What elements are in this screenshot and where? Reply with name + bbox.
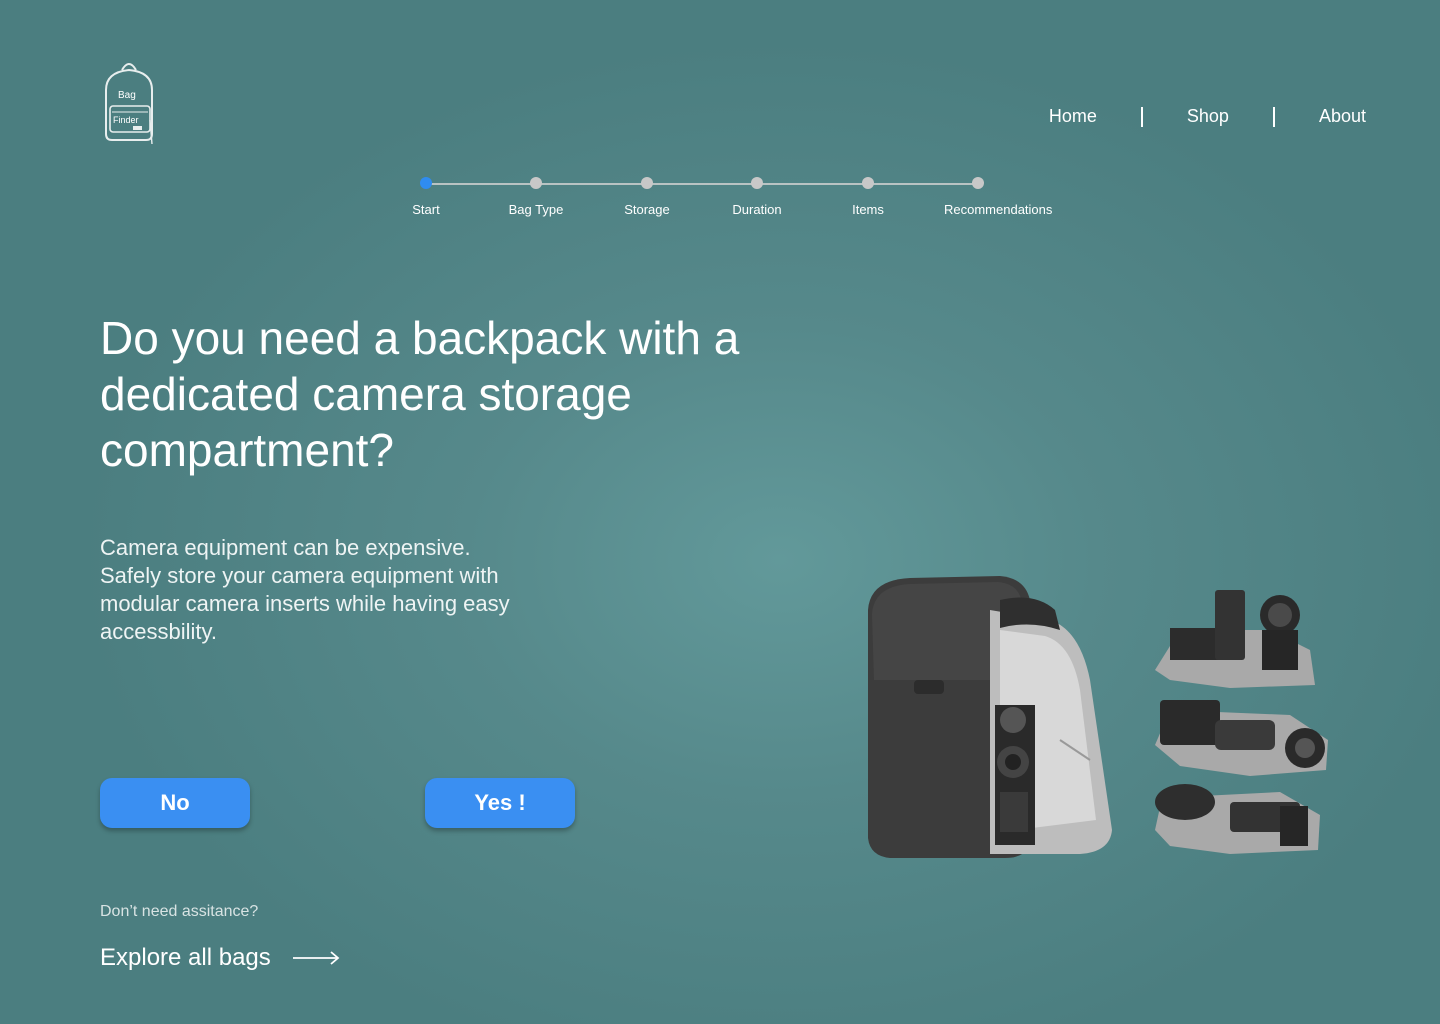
nav-divider: [1140, 106, 1143, 127]
step-label: Storage: [624, 202, 670, 217]
nav-about-link[interactable]: About: [1319, 106, 1366, 127]
step-storage[interactable]: Storage: [587, 176, 707, 217]
bag-finder-logo[interactable]: Bag Finder: [100, 60, 158, 148]
logo-text-finder: Finder: [113, 115, 139, 125]
step-duration[interactable]: Duration: [697, 176, 817, 217]
nav-divider: [1272, 106, 1275, 127]
progress-stepper: Start Bag Type Storage Duration Items Re…: [400, 176, 1060, 226]
camera-backpack-image: [850, 570, 1340, 870]
step-dot: [530, 177, 542, 189]
question-description: Camera equipment can be expensive. Safel…: [100, 535, 510, 644]
assistance-prompt: Don’t need assitance?: [100, 903, 259, 920]
explore-label: Explore all bags: [100, 944, 271, 971]
question-headline: Do you need a backpack with a dedicated …: [100, 312, 740, 476]
step-dot: [972, 177, 984, 189]
step-dot-active: [420, 177, 432, 189]
step-label: Start: [412, 202, 440, 217]
no-button[interactable]: No: [100, 778, 250, 828]
logo-text-bag: Bag: [118, 90, 136, 101]
step-label: Items: [852, 202, 884, 217]
camera-backpack-illustration: [868, 576, 1328, 858]
step-dot: [641, 177, 653, 189]
step-dot: [751, 177, 763, 189]
arrow-right-icon: [292, 951, 340, 965]
step-bag-type[interactable]: Bag Type: [476, 176, 596, 217]
step-start[interactable]: Start: [366, 176, 486, 217]
step-recommendations[interactable]: Recommendations: [918, 176, 1053, 217]
step-items[interactable]: Items: [808, 176, 928, 217]
step-label: Recommendations: [944, 202, 1053, 217]
nav-home-link[interactable]: Home: [1049, 106, 1097, 127]
nav-shop-link[interactable]: Shop: [1187, 106, 1229, 127]
main-nav: Home Shop About: [1049, 106, 1366, 127]
yes-button[interactable]: Yes !: [425, 778, 575, 828]
step-label: Duration: [732, 202, 782, 217]
step-dot: [862, 177, 874, 189]
step-label: Bag Type: [508, 202, 564, 217]
backpack-logo-icon: [105, 63, 153, 145]
explore-all-bags-link[interactable]: Explore all bags: [100, 944, 341, 972]
